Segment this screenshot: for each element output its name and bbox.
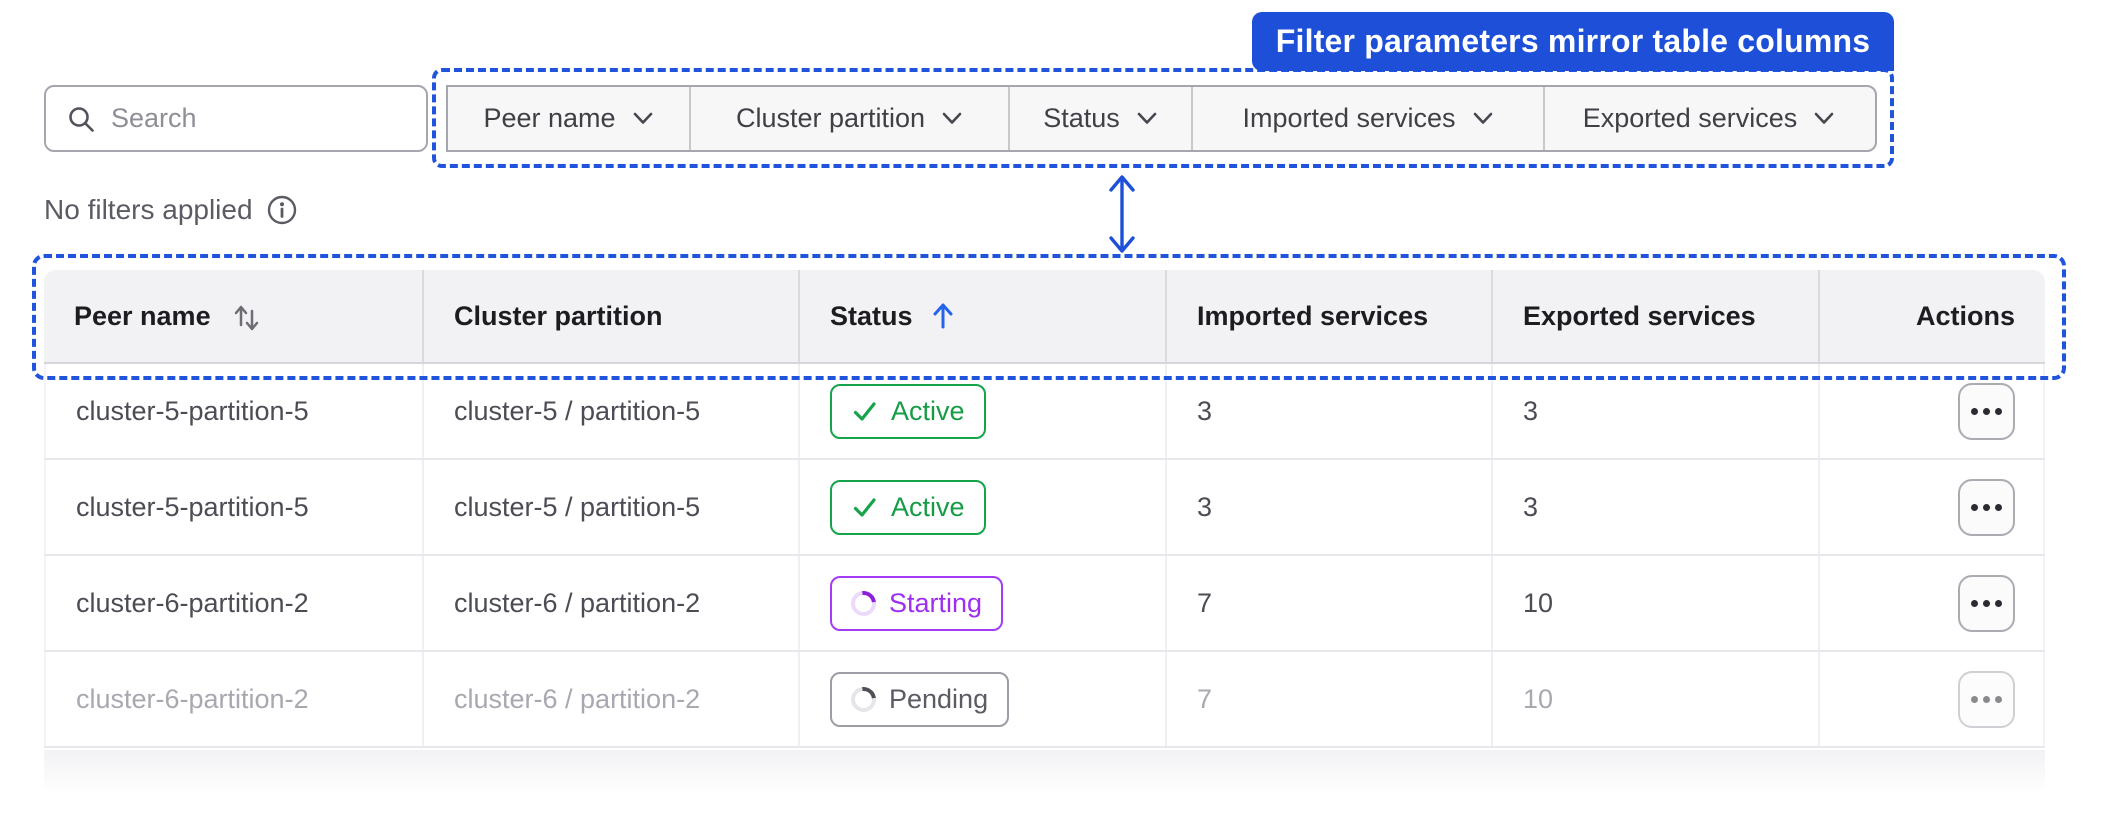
- peers-table: Peer name Cluster partition Status Impor…: [44, 270, 2045, 748]
- imported-services-cell: 7: [1197, 587, 1213, 618]
- ellipsis-icon: [1971, 407, 1978, 415]
- no-filters-label: No filters applied: [44, 194, 253, 225]
- table-row: cluster-6-partition-2 cluster-6 / partit…: [44, 556, 2045, 652]
- check-icon: [851, 494, 878, 521]
- filter-peer-name[interactable]: Peer name: [448, 87, 689, 150]
- table-header-row: Peer name Cluster partition Status Impor…: [44, 270, 2045, 364]
- chevron-down-icon: [1813, 112, 1835, 125]
- peers-table-screen: Filter parameters mirror table columns P…: [0, 0, 2118, 816]
- double-arrow-icon: [1100, 172, 1144, 261]
- search-input[interactable]: [111, 103, 465, 134]
- column-header-imported-services: Imported services: [1167, 270, 1493, 362]
- cluster-partition-cell: cluster-5 / partition-5: [454, 395, 701, 426]
- search-icon: [66, 104, 96, 134]
- filter-label: Exported services: [1582, 103, 1798, 133]
- cluster-partition-cell: cluster-5 / partition-5: [454, 491, 701, 522]
- filter-label: Status: [1043, 103, 1120, 133]
- row-actions-button[interactable]: [1958, 670, 2015, 728]
- peer-name-cell: cluster-5-partition-5: [76, 395, 309, 426]
- sort-both-icon: [229, 300, 263, 332]
- column-header-exported-services: Exported services: [1493, 270, 1820, 362]
- row-actions-button[interactable]: [1958, 478, 2015, 536]
- column-header-peer-name[interactable]: Peer name: [44, 270, 424, 362]
- spinner-icon: [845, 681, 882, 717]
- peer-name-cell: cluster-6-partition-2: [76, 683, 309, 714]
- filter-status-text: No filters applied: [44, 190, 298, 230]
- exported-services-cell: 10: [1523, 587, 1554, 618]
- status-badge-active: Active: [830, 479, 986, 535]
- chevron-down-icon: [941, 112, 963, 125]
- cluster-partition-cell: cluster-6 / partition-2: [454, 683, 701, 714]
- peer-name-cell: cluster-5-partition-5: [76, 491, 309, 522]
- ellipsis-icon: [1971, 503, 1978, 511]
- check-icon: [851, 398, 878, 425]
- filter-imported-services[interactable]: Imported services: [1191, 87, 1543, 150]
- status-badge-pending: Pending: [830, 671, 1010, 727]
- table-fade: [44, 750, 2045, 802]
- exported-services-cell: 3: [1523, 491, 1539, 522]
- filter-cluster-partition[interactable]: Cluster partition: [689, 87, 1008, 150]
- info-icon[interactable]: [266, 194, 298, 226]
- sort-ascending-icon: [931, 301, 955, 331]
- exported-services-cell: 10: [1523, 683, 1554, 714]
- chevron-down-icon: [1472, 112, 1494, 125]
- imported-services-cell: 7: [1197, 683, 1213, 714]
- status-badge-starting: Starting: [830, 575, 1004, 631]
- search-box: [44, 85, 465, 152]
- table-row: cluster-6-partition-2 cluster-6 / partit…: [44, 652, 2045, 748]
- imported-services-cell: 3: [1197, 395, 1213, 426]
- filter-exported-services[interactable]: Exported services: [1543, 87, 1873, 150]
- column-header-status[interactable]: Status: [800, 270, 1167, 362]
- filter-label: Peer name: [483, 103, 616, 133]
- chevron-down-icon: [1136, 112, 1158, 125]
- chevron-down-icon: [632, 112, 654, 125]
- filter-label: Cluster partition: [735, 103, 926, 133]
- cluster-partition-cell: cluster-6 / partition-2: [454, 587, 701, 618]
- spinner-icon: [845, 585, 882, 621]
- table-row: cluster-5-partition-5 cluster-5 / partit…: [44, 460, 2045, 556]
- ellipsis-icon: [1971, 695, 1978, 703]
- status-badge-active: Active: [830, 383, 986, 439]
- filter-status[interactable]: Status: [1008, 87, 1191, 150]
- imported-services-cell: 3: [1197, 491, 1213, 522]
- ellipsis-icon: [1971, 599, 1978, 607]
- callout-banner: Filter parameters mirror table columns: [1252, 12, 1894, 71]
- peer-name-cell: cluster-6-partition-2: [76, 587, 309, 618]
- table-row: cluster-5-partition-5 cluster-5 / partit…: [44, 364, 2045, 460]
- column-header-actions: Actions: [1915, 300, 2015, 331]
- filter-group: Peer name Cluster partition Status Impor…: [446, 85, 1877, 152]
- column-header-cluster-partition: Cluster partition: [424, 270, 800, 362]
- filter-label: Imported services: [1242, 103, 1456, 133]
- row-actions-button[interactable]: [1958, 382, 2015, 440]
- exported-services-cell: 3: [1523, 395, 1539, 426]
- row-actions-button[interactable]: [1958, 574, 2015, 632]
